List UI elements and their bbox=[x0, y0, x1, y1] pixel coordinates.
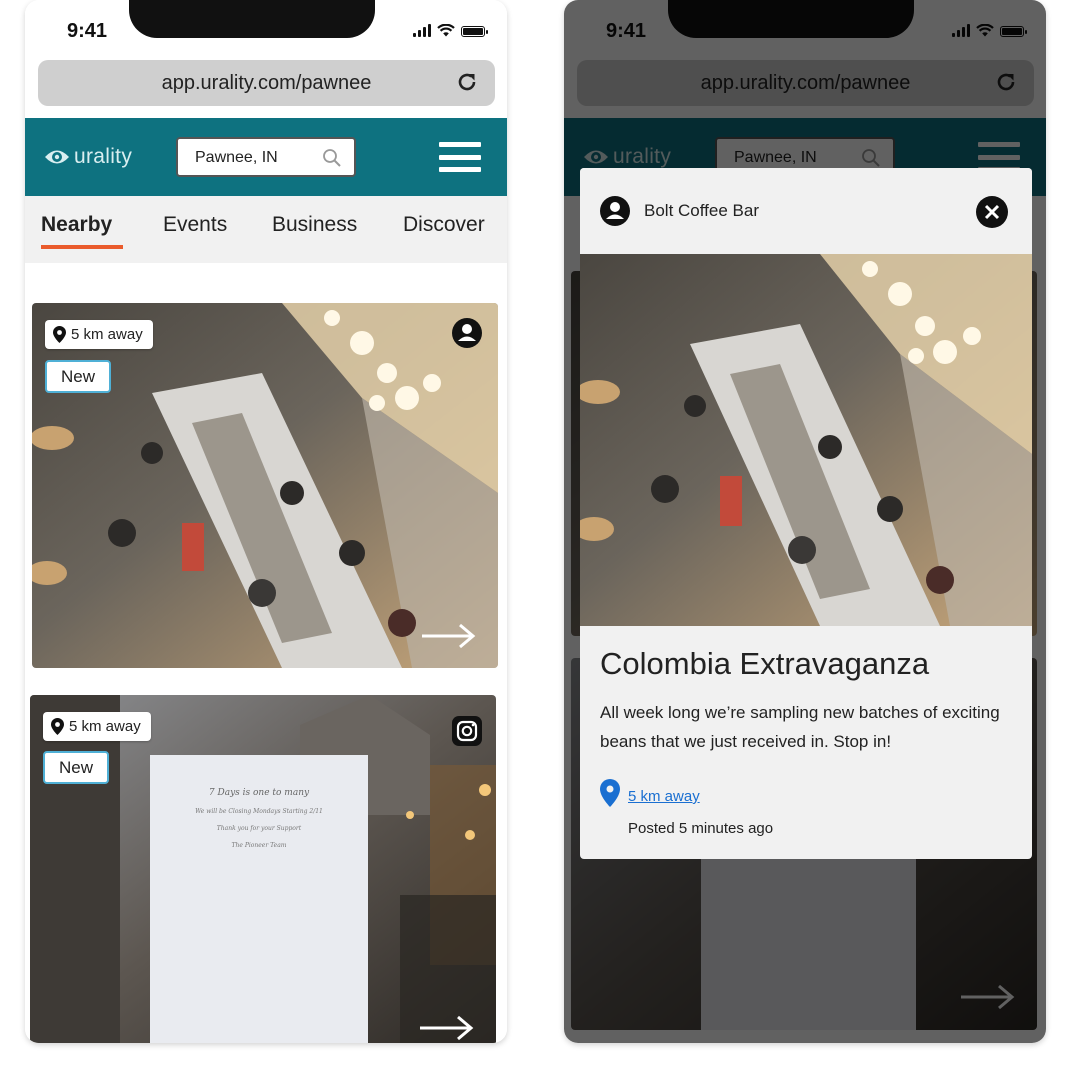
status-time: 9:41 bbox=[67, 20, 108, 42]
location-pin-icon bbox=[600, 779, 620, 807]
feed-card-window[interactable]: 7 Days is one to many We will be Closing… bbox=[30, 695, 496, 1043]
logo-text: urality bbox=[74, 145, 133, 168]
svg-text:7 Days is one to many: 7 Days is one to many bbox=[209, 788, 310, 798]
location-pin-icon bbox=[51, 718, 64, 735]
new-badge: New bbox=[43, 751, 110, 784]
feed-list: 5 km away New 7 Days is one to many We w… bbox=[25, 263, 507, 1043]
phone-detail-screen: 9:41 app.urality.com/pawnee urality Pawn… bbox=[564, 0, 1046, 1043]
tab-events[interactable]: Events bbox=[163, 213, 227, 237]
status-icons bbox=[413, 24, 488, 37]
svg-text:The Pioneer Team: The Pioneer Team bbox=[232, 842, 287, 849]
phone-feed-screen: 9:41 app.urality.com/pawnee urality Pawn… bbox=[25, 0, 507, 1043]
app-header: urality Pawnee, IN bbox=[25, 118, 507, 196]
business-name[interactable]: Bolt Coffee Bar bbox=[644, 201, 759, 221]
battery-icon bbox=[461, 26, 488, 37]
modal-header: Bolt Coffee Bar bbox=[580, 168, 1032, 254]
instagram-icon[interactable] bbox=[452, 716, 482, 746]
menu-icon[interactable] bbox=[439, 142, 481, 172]
window-sign-photo: 7 Days is one to many We will be Closing… bbox=[30, 695, 496, 1043]
browser-url-bar[interactable]: app.urality.com/pawnee bbox=[38, 60, 495, 106]
wifi-icon bbox=[437, 24, 455, 37]
post-detail-modal: Bolt Coffee Bar Colombia Extravaganza Al… bbox=[580, 168, 1032, 859]
distance-chip: 5 km away bbox=[45, 320, 153, 349]
feed-card-cafe[interactable]: 5 km away New bbox=[32, 303, 498, 668]
cafe-photo bbox=[580, 254, 1032, 626]
url-text: app.urality.com/pawnee bbox=[161, 72, 372, 94]
user-icon[interactable] bbox=[452, 318, 482, 348]
close-icon[interactable] bbox=[976, 196, 1008, 228]
distance-link[interactable]: 5 km away bbox=[628, 788, 700, 805]
event-title: Colombia Extravaganza bbox=[600, 646, 930, 681]
posted-time: Posted 5 minutes ago bbox=[628, 820, 774, 837]
active-tab-indicator bbox=[41, 245, 123, 249]
status-bar: 9:41 bbox=[25, 0, 507, 56]
urality-logo[interactable]: urality bbox=[43, 145, 132, 169]
tab-nearby[interactable]: Nearby bbox=[41, 213, 112, 237]
search-icon[interactable] bbox=[322, 148, 342, 168]
tab-business[interactable]: Business bbox=[272, 213, 357, 237]
svg-text:We will be Closing Mondays Sta: We will be Closing Mondays Starting 2/11 bbox=[195, 808, 323, 815]
new-badge: New bbox=[45, 360, 112, 393]
arrow-right-icon[interactable] bbox=[418, 1015, 474, 1041]
signal-icon bbox=[413, 24, 431, 37]
event-description: All week long we’re sampling new batches… bbox=[600, 703, 1000, 751]
distance-text: 5 km away bbox=[69, 718, 141, 735]
location-pin-icon bbox=[53, 326, 66, 343]
svg-text:Thank you for your Support: Thank you for your Support bbox=[217, 825, 302, 832]
tab-discover[interactable]: Discover bbox=[403, 213, 485, 237]
distance-chip: 5 km away bbox=[43, 712, 151, 741]
urality-eye-icon bbox=[45, 150, 69, 164]
cafe-photo bbox=[32, 303, 498, 668]
user-icon bbox=[600, 196, 630, 226]
notch bbox=[129, 0, 375, 38]
search-value: Pawnee, IN bbox=[195, 149, 278, 166]
arrow-right-icon[interactable] bbox=[420, 623, 476, 649]
distance-text: 5 km away bbox=[71, 326, 143, 343]
reload-icon[interactable] bbox=[455, 70, 479, 94]
location-search-input[interactable]: Pawnee, IN bbox=[176, 137, 356, 177]
category-tabs: Nearby Events Business Discover bbox=[25, 196, 507, 263]
